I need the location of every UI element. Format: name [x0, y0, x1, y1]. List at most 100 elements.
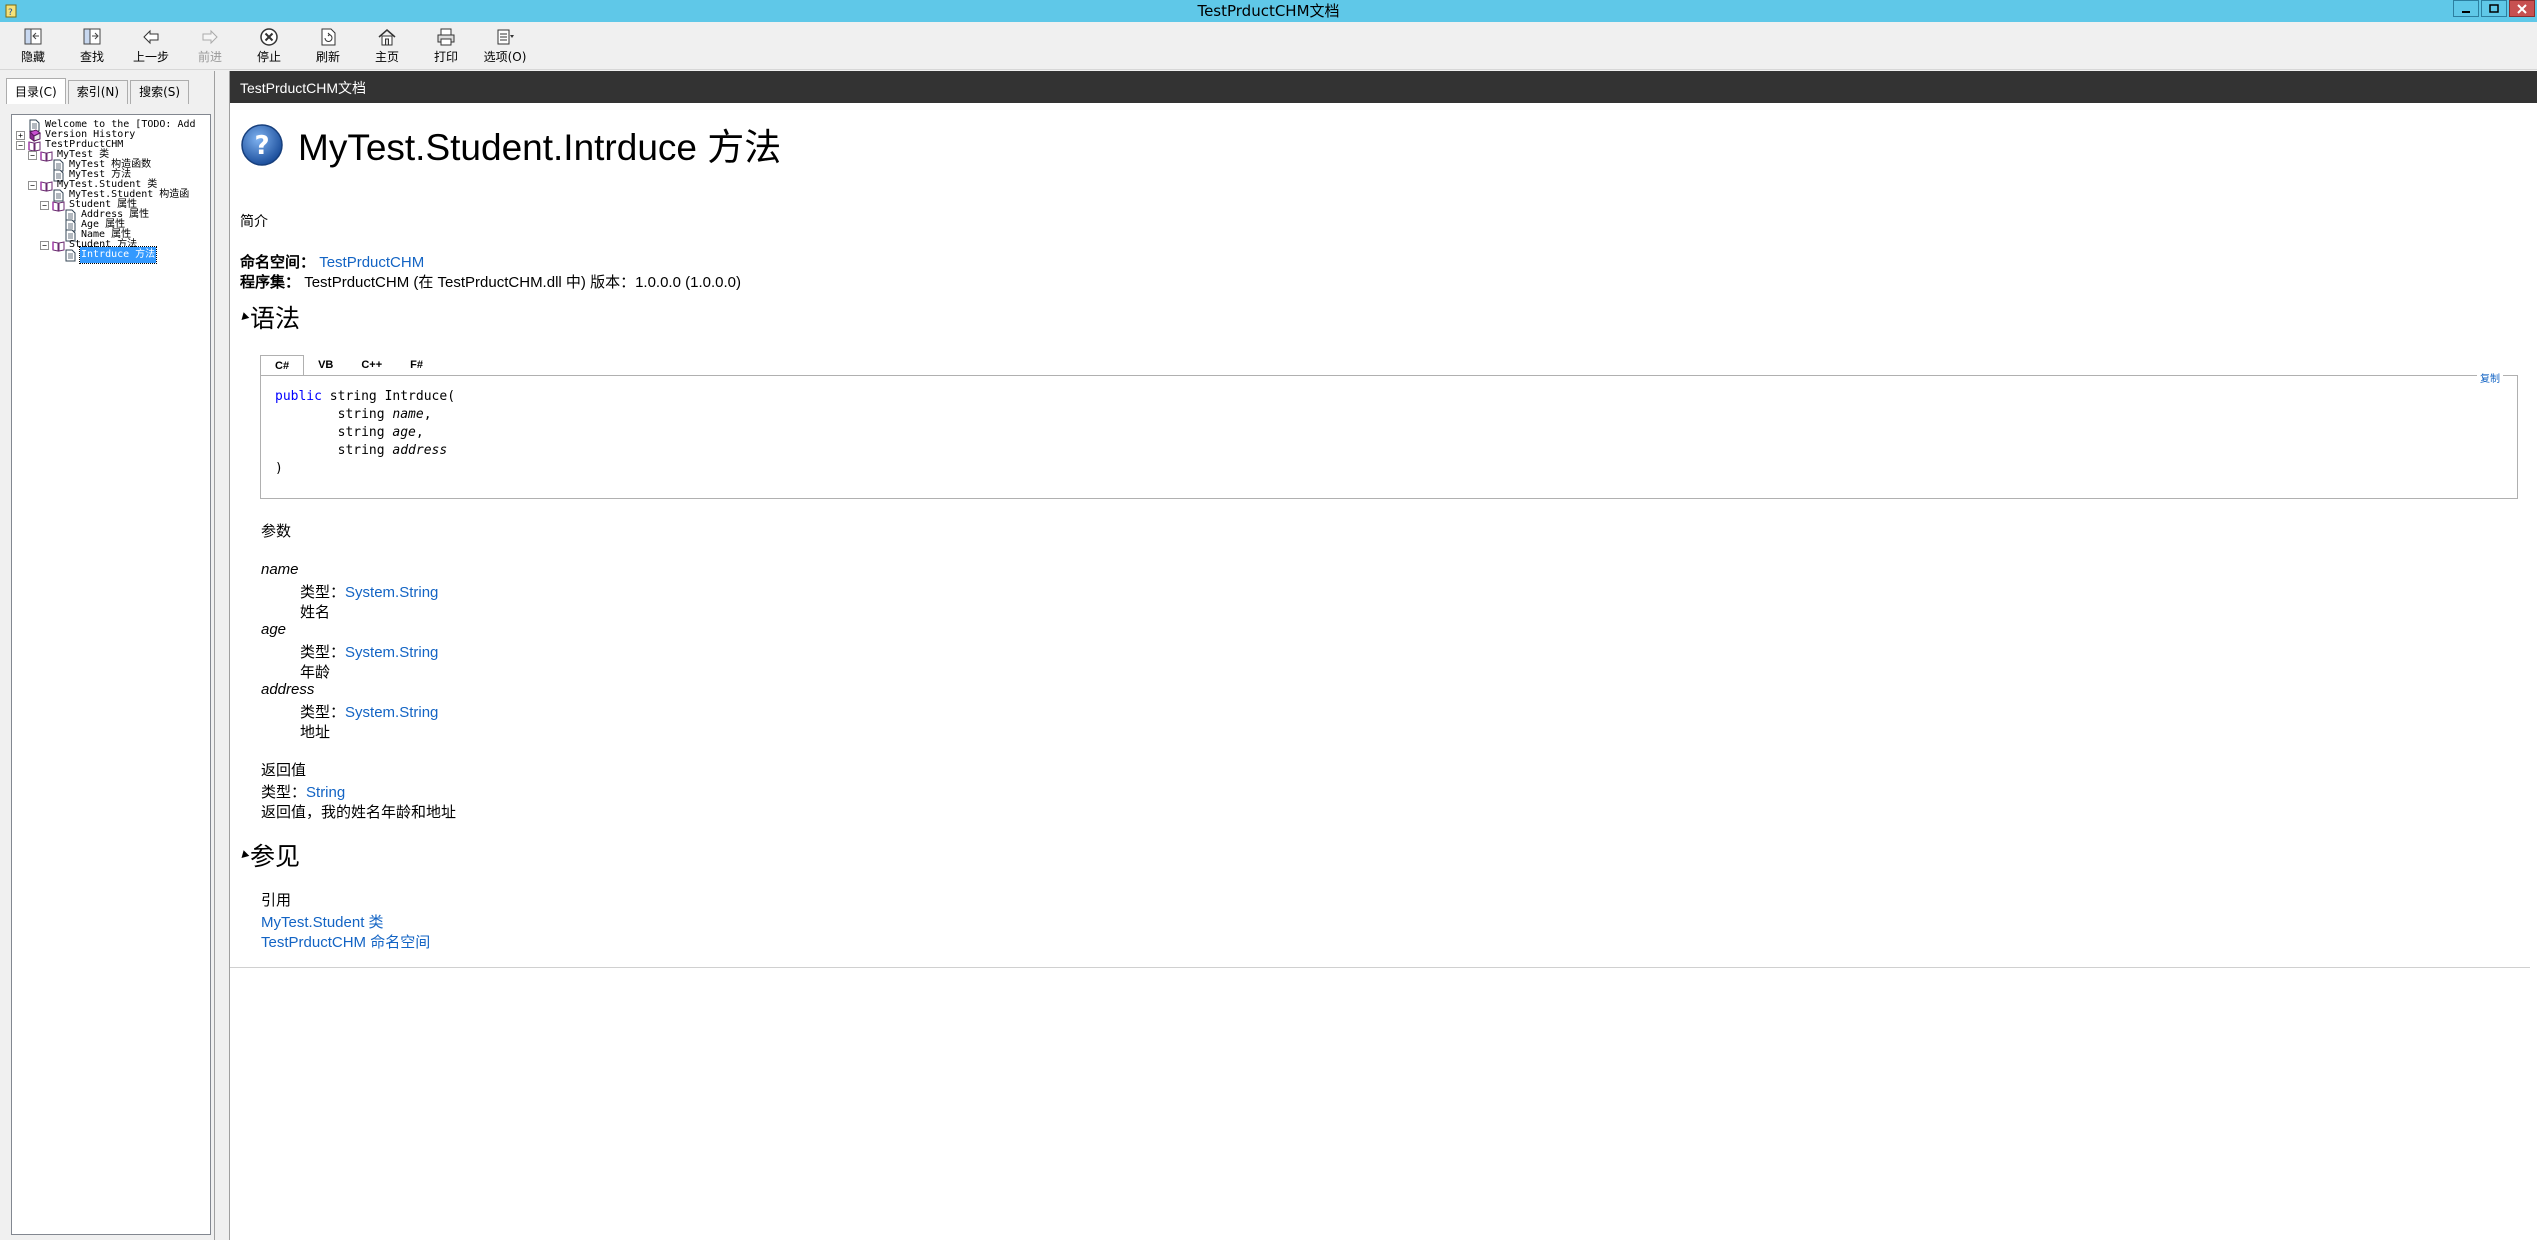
window-title: TestPrductCHM文档	[1197, 2, 1340, 20]
tree-expander-icon[interactable]: −	[16, 140, 25, 150]
code-indent: string	[275, 443, 393, 458]
tab-index[interactable]: 索引(N)	[67, 80, 129, 104]
assembly-value: TestPrductCHM (在 TestPrductCHM.dll 中) 版本…	[304, 274, 741, 291]
param-name-desc: 姓名	[300, 604, 331, 621]
close-icon	[2517, 3, 2527, 14]
code-snippet-box: 复制 public string Intrduce( string name, …	[260, 370, 2518, 499]
assembly-line: 程序集： TestPrductCHM (在 TestPrductCHM.dll …	[240, 271, 741, 292]
tree-item[interactable]: Intrduce 方法	[52, 246, 158, 264]
window-controls	[2453, 0, 2535, 18]
type-link[interactable]: System.String	[345, 704, 438, 721]
minimize-icon	[2462, 10, 2470, 13]
tab-csharp[interactable]: C#	[260, 355, 305, 376]
ref-heading: 引用	[261, 892, 292, 909]
content-header: TestPrductCHM文档	[230, 71, 2537, 103]
type-label: 类型：	[300, 644, 346, 661]
content-pane: TestPrductCHM文档 ? MyTest.Student.Intrduc…	[230, 71, 2537, 1240]
code-comma: ,	[415, 425, 424, 440]
code-param-address: address	[392, 443, 448, 458]
return-heading: 返回值	[261, 762, 307, 779]
param-name-label: name	[261, 561, 299, 578]
namespace-line: 命名空间： TestPrductCHM	[240, 251, 424, 272]
pane-splitter[interactable]	[214, 71, 230, 1240]
param-address-desc: 地址	[300, 724, 331, 741]
forward-arrow-icon	[202, 29, 218, 45]
tab-search[interactable]: 搜索(S)	[130, 80, 190, 104]
topic-page-icon	[65, 249, 76, 261]
type-label: 类型：	[300, 704, 346, 721]
tab-vb[interactable]: VB	[304, 355, 347, 375]
tree-expander-icon[interactable]: −	[28, 180, 37, 190]
back-button[interactable]: 上一步	[123, 26, 179, 68]
code-param-name: name	[392, 407, 424, 422]
maximize-icon	[2489, 3, 2499, 13]
forward-button[interactable]: 前进	[182, 26, 238, 68]
tree-item-label: Intrduce 方法	[78, 246, 158, 264]
code-indent: string	[275, 407, 393, 422]
home-button[interactable]: 主页	[359, 26, 415, 68]
maximize-button[interactable]	[2481, 0, 2507, 17]
tab-fsharp[interactable]: F#	[396, 355, 437, 375]
code-param-age: age	[392, 425, 416, 440]
back-arrow-icon	[143, 29, 159, 45]
refresh-button[interactable]: 刷新	[300, 26, 356, 68]
close-button[interactable]	[2509, 0, 2535, 17]
type-link[interactable]: System.String	[345, 584, 438, 601]
tab-contents[interactable]: 目录(C)	[6, 78, 66, 104]
copy-link[interactable]: 复制	[2477, 370, 2503, 385]
ref-link-namespace[interactable]: TestPrductCHM 命名空间	[261, 931, 430, 952]
code-comma: ,	[423, 407, 432, 422]
tab-cpp[interactable]: C++	[347, 355, 396, 375]
syntax-heading: 语法	[250, 305, 301, 333]
return-type: 类型：String	[261, 781, 345, 802]
type-link[interactable]: System.String	[345, 644, 438, 661]
locate-button[interactable]: 查找	[64, 26, 120, 68]
home-icon	[378, 29, 396, 46]
stop-icon	[260, 28, 278, 46]
type-label: 类型：	[261, 784, 307, 801]
param-address-label: address	[261, 681, 315, 698]
title-bar: ? TestPrductCHM文档	[0, 0, 2537, 22]
code-keyword: public	[275, 389, 322, 404]
minimize-button[interactable]	[2453, 0, 2479, 17]
page-title: MyTest.Student.Intrduce 方法	[298, 127, 782, 168]
code-snippet: public string Intrduce( string name, str…	[275, 388, 455, 478]
param-address-type: 类型：System.String	[261, 701, 438, 722]
hide-icon	[24, 28, 42, 45]
code-indent: string	[275, 425, 393, 440]
return-type-link[interactable]: String	[306, 784, 345, 801]
print-button[interactable]: 打印	[418, 26, 474, 68]
tree-expander-icon[interactable]: −	[40, 200, 49, 210]
ref-link-class[interactable]: MyTest.Student 类	[261, 911, 384, 932]
help-question-icon: ?	[241, 124, 283, 166]
assembly-label: 程序集：	[240, 274, 301, 291]
print-icon	[437, 28, 455, 46]
locate-icon	[83, 28, 101, 45]
param-age-desc: 年龄	[300, 664, 331, 681]
type-label: 类型：	[300, 584, 346, 601]
param-age-label: age	[261, 621, 287, 638]
refresh-icon	[321, 28, 336, 46]
navigation-pane: 目录(C) 索引(N) 搜索(S) Welcome to the [TODO: …	[0, 71, 214, 1240]
contents-tree[interactable]: Welcome to the [TODO: Add + Version Histor…	[11, 114, 211, 1235]
seealso-section-toggle[interactable]: 参见	[238, 837, 301, 873]
stop-button[interactable]: 停止	[241, 26, 297, 68]
svg-text:?: ?	[254, 131, 269, 161]
seealso-heading: 参见	[250, 843, 301, 871]
namespace-link[interactable]: TestPrductCHM	[319, 254, 424, 271]
tree-expander-icon[interactable]: −	[40, 240, 49, 250]
code-close: )	[275, 461, 283, 476]
chm-viewer-window: ? TestPrductCHM文档 隐藏 查找 上一步 前进 停止 刷新 主页 …	[0, 0, 2537, 1240]
params-heading: 参数	[261, 523, 292, 540]
code-line1: string Intrduce(	[321, 389, 456, 404]
syntax-section-toggle[interactable]: 语法	[238, 299, 301, 335]
return-desc: 返回值，我的姓名年龄和地址	[261, 804, 457, 821]
options-button[interactable]: 选项(O)	[477, 26, 533, 68]
navigation-tabs: 目录(C) 索引(N) 搜索(S)	[6, 78, 191, 104]
collapse-triangle-icon	[238, 849, 250, 861]
namespace-label: 命名空间：	[240, 254, 316, 271]
tree-expander-icon[interactable]: −	[28, 150, 37, 160]
param-age-type: 类型：System.String	[261, 641, 438, 662]
options-icon	[497, 29, 514, 45]
hide-button[interactable]: 隐藏	[5, 26, 61, 68]
